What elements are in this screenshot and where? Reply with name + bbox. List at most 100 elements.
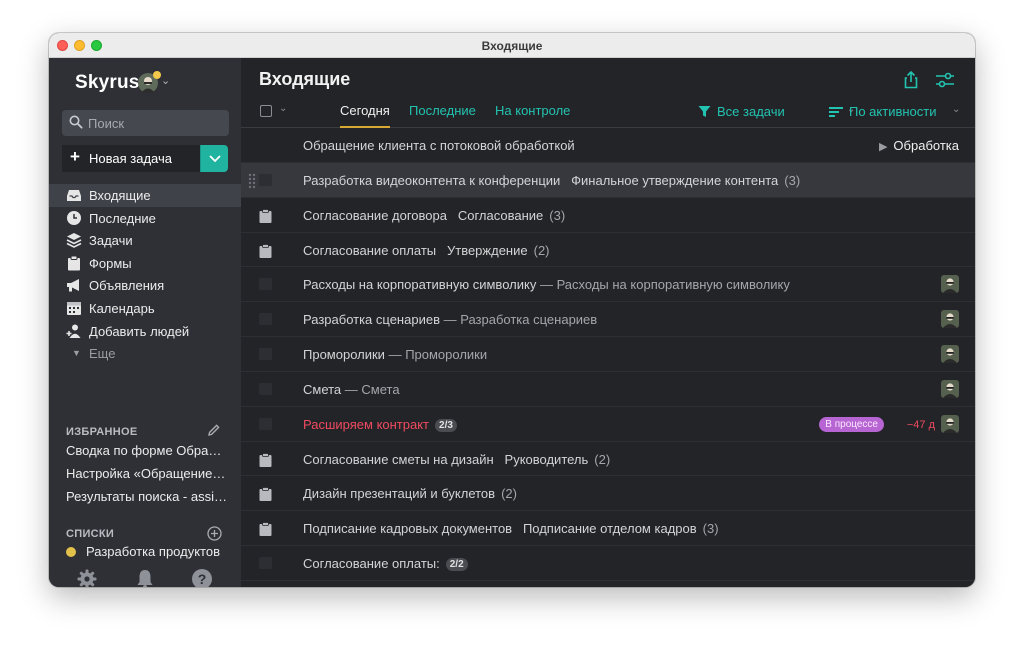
sidebar: Skyrus ⌄ + Новая задача Входящие	[49, 58, 241, 587]
play-icon: ▶	[878, 141, 888, 153]
add-people-icon	[66, 323, 82, 339]
task-row[interactable]: Разработка сценариев — Разработка сценар…	[241, 302, 975, 338]
task-row[interactable]: Подписание кадровых документов Подписани…	[241, 511, 975, 547]
task-row[interactable]: Дизайн презентаций и буклетов (2)	[241, 476, 975, 512]
chevron-down-icon[interactable]: ⌄	[161, 74, 170, 87]
megaphone-icon	[66, 277, 82, 293]
subtask-count-badge: 2/3	[435, 418, 457, 432]
bell-icon[interactable]	[134, 568, 156, 587]
assignee-avatar[interactable]	[941, 310, 959, 329]
sidebar-item-label: Формы	[89, 255, 132, 271]
clipboard-icon	[259, 243, 272, 258]
assignee-avatar[interactable]	[941, 275, 959, 294]
tab-today[interactable]: Сегодня	[340, 103, 390, 128]
main-panel: Входящие ⌄ Сегодня Последние На контроле…	[241, 58, 975, 587]
task-checkbox[interactable]	[259, 278, 272, 291]
task-checkbox[interactable]	[259, 313, 272, 326]
tab-recent[interactable]: Последние	[409, 103, 476, 128]
task-row[interactable]: Согласование оплаты Утверждение (2)	[241, 233, 975, 268]
clock-icon	[66, 210, 82, 226]
user-avatar[interactable]	[138, 71, 161, 93]
clipboard-icon	[259, 208, 272, 223]
pencil-icon[interactable]	[207, 423, 221, 440]
task-row[interactable]: Проморолики — Проморолики	[241, 337, 975, 372]
assignee-avatar[interactable]	[941, 345, 959, 364]
page-title: Входящие	[259, 69, 351, 89]
tabs-row: ⌄ Сегодня Последние На контроле Все зада…	[241, 98, 975, 128]
filter-icon	[698, 105, 711, 121]
subtask-count-badge: 2/2	[445, 558, 468, 572]
task-row[interactable]: Смета — Смета	[241, 372, 975, 407]
task-row[interactable]: Обращение клиента с потоковой обработкой…	[241, 128, 975, 163]
task-row[interactable]: Расходы на корпоративную символику — Рас…	[241, 267, 975, 303]
tab-watching[interactable]: На контроле	[495, 103, 570, 128]
assignee-avatar[interactable]	[941, 379, 959, 398]
calendar-icon	[66, 300, 82, 316]
favorite-item[interactable]: Настройка «Обращение клиента»	[66, 464, 228, 487]
window-title: Входящие	[481, 39, 543, 53]
clipboard-icon	[66, 255, 82, 271]
task-title: Смета — Смета	[303, 381, 400, 397]
sidebar-item-label: Календарь	[89, 300, 155, 316]
sidebar-item-recent[interactable]: Последние	[49, 207, 241, 230]
favorites-list: Сводка по форме Обращение клиента Настро…	[66, 441, 228, 510]
list-color-dot	[66, 547, 76, 557]
sidebar-more-toggle[interactable]: ▼ Еще	[49, 342, 241, 364]
assignee-avatar[interactable]	[941, 414, 959, 433]
task-row[interactable]: Согласование оплаты: 2/2	[241, 546, 975, 581]
plus-icon: +	[70, 147, 80, 166]
sidebar-item-add-people[interactable]: Добавить людей	[49, 320, 241, 343]
task-row[interactable]: Расширяем контракт 2/3 В процессе −47 д	[241, 407, 975, 442]
task-checkbox[interactable]	[259, 417, 272, 430]
sidebar-item-label: Добавить людей	[89, 323, 190, 339]
task-title: Подписание кадровых документов Подписани…	[303, 521, 719, 537]
task-checkbox[interactable]	[259, 382, 272, 395]
share-icon[interactable]	[901, 70, 921, 90]
sidebar-item-tasks[interactable]: Задачи	[49, 229, 241, 252]
settings-sliders-icon[interactable]	[935, 70, 955, 90]
search-input[interactable]	[88, 113, 224, 133]
status-badge[interactable]: В процессе	[819, 416, 884, 432]
sort-icon	[829, 106, 843, 121]
task-title: Расходы на корпоративную символику — Рас…	[303, 277, 790, 293]
filter-dropdown[interactable]: Все задачи	[698, 104, 785, 121]
workspace-name[interactable]: Skyrus	[75, 72, 140, 94]
drag-handle-icon[interactable]	[248, 173, 256, 189]
search-field[interactable]	[62, 110, 229, 136]
sort-dropdown[interactable]: По активности	[829, 104, 937, 121]
task-row[interactable]: Согласование договора Согласование (3)	[241, 198, 975, 233]
chevron-down-icon[interactable]: ⌄	[952, 104, 960, 115]
due-overdue: −47 д	[906, 418, 935, 431]
sidebar-item-calendar[interactable]: Календарь	[49, 297, 241, 320]
task-checkbox[interactable]	[259, 557, 272, 570]
task-title: Дизайн презентаций и буклетов (2)	[303, 486, 517, 502]
sidebar-item-forms[interactable]: Формы	[49, 252, 241, 275]
chevron-down-icon	[209, 155, 221, 163]
filter-label: Все задачи	[717, 104, 785, 119]
status-dot	[153, 71, 161, 79]
select-all-checkbox[interactable]	[260, 105, 272, 117]
gear-icon[interactable]	[76, 568, 98, 587]
help-icon[interactable]: ?	[191, 568, 213, 587]
new-task-label: Новая задача	[89, 151, 172, 166]
task-checkbox[interactable]	[259, 348, 272, 361]
sidebar-item-announcements[interactable]: Объявления	[49, 274, 241, 297]
sidebar-nav: Входящие Последние Задачи Формы Объявлен…	[49, 184, 241, 364]
add-list-icon[interactable]	[207, 526, 222, 544]
list-item[interactable]: Разработка продуктов	[66, 544, 220, 559]
sidebar-item-inbox[interactable]: Входящие	[49, 184, 241, 207]
task-checkbox[interactable]	[259, 173, 272, 186]
sidebar-item-label: Последние	[89, 210, 156, 226]
sort-label: По активности	[849, 104, 937, 119]
task-row[interactable]: Разработка видеоконтента к конференции Ф…	[241, 162, 975, 198]
title-bar: Входящие	[49, 33, 975, 58]
task-row[interactable]: Согласование сметы на дизайн Руководител…	[241, 442, 975, 477]
favorite-item[interactable]: Сводка по форме Обращение клиента	[66, 441, 228, 464]
stage-label: Обработка	[893, 138, 959, 153]
triangle-down-icon: ▼	[72, 348, 81, 359]
favorite-item[interactable]: Результаты поиска - assignee	[66, 487, 228, 510]
new-task-menu-button[interactable]	[200, 145, 228, 172]
new-task-button[interactable]: + Новая задача	[62, 145, 200, 172]
sidebar-item-label: Входящие	[89, 188, 151, 203]
chevron-down-icon[interactable]: ⌄	[279, 103, 287, 114]
